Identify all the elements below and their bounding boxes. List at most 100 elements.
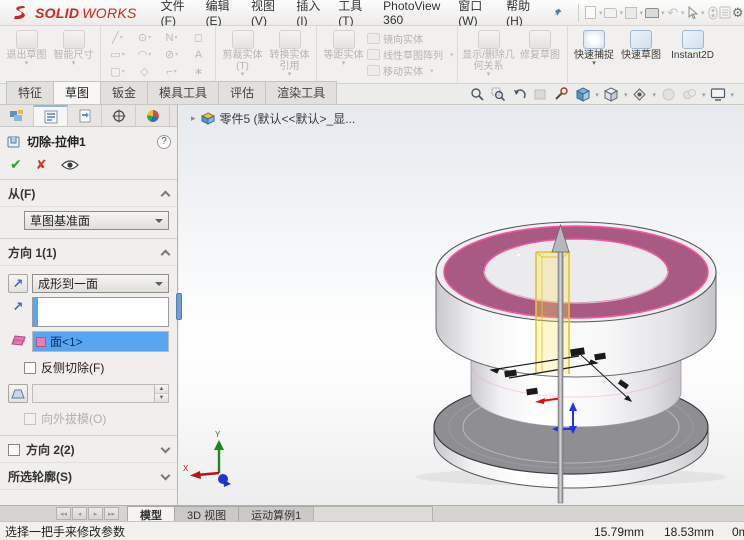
linear-pattern-button[interactable]: 线性草图阵列 ▾ bbox=[367, 47, 454, 62]
svg-text:Y: Y bbox=[215, 430, 221, 439]
from-section-header[interactable]: 从(F) bbox=[0, 180, 177, 207]
zoom-to-fit-icon[interactable] bbox=[469, 87, 486, 102]
cancel-icon[interactable]: ✘ bbox=[36, 157, 47, 173]
draft-outward-checkbox-row: 向外拔模(O) bbox=[24, 410, 169, 427]
flip-side-checkbox[interactable] bbox=[24, 361, 36, 374]
select-cursor-icon[interactable] bbox=[687, 5, 699, 21]
quick-snaps-button[interactable]: 快速捕捉 bbox=[571, 28, 618, 82]
undo-icon[interactable]: ↶ bbox=[667, 5, 679, 21]
tab-mold-tools[interactable]: 模具工具 bbox=[147, 81, 220, 104]
view-settings-icon[interactable] bbox=[709, 87, 726, 102]
motion-study-tab[interactable]: 运动算例1 bbox=[238, 506, 315, 522]
linear-pattern-caret[interactable]: ▾ bbox=[450, 51, 454, 59]
repair-sketch-button[interactable]: 修复草图 bbox=[517, 28, 564, 82]
offset-entities-button[interactable]: 等距实体 bbox=[320, 28, 367, 82]
line-tool-icon[interactable]: ╱ ▾ bbox=[104, 29, 131, 46]
display-style-icon[interactable] bbox=[603, 87, 620, 102]
first-tab-button[interactable]: ◂◂ bbox=[56, 507, 71, 520]
tab-evaluate[interactable]: 评估 bbox=[218, 81, 267, 104]
panel-splitter-handle[interactable] bbox=[176, 293, 182, 320]
rebuild-icon[interactable] bbox=[707, 5, 719, 21]
from-section-body: 草图基准面 bbox=[0, 207, 177, 239]
polygon-tool-icon[interactable]: ◇ bbox=[131, 63, 158, 80]
tab-sheet-metal[interactable]: 钣金 bbox=[100, 81, 149, 104]
direction-reference-pickbox[interactable] bbox=[32, 297, 169, 327]
reverse-direction-button[interactable]: ↗ bbox=[8, 274, 28, 293]
pin-menu-icon[interactable] bbox=[552, 5, 564, 21]
undo-caret: ▾ bbox=[681, 9, 685, 17]
smart-dimension-button[interactable]: 智能尺寸 bbox=[50, 28, 97, 82]
spline-tool-icon[interactable]: N ▾ bbox=[158, 29, 185, 46]
save-icon[interactable] bbox=[625, 5, 638, 21]
new-file-icon[interactable] bbox=[584, 5, 597, 21]
ribbon-group-relations: 显示/删除几何关系 修复草图 bbox=[458, 26, 568, 83]
draft-button[interactable] bbox=[8, 384, 28, 403]
direction2-checkbox[interactable] bbox=[8, 443, 20, 456]
end-condition-dropdown[interactable]: 成形到一面 bbox=[32, 274, 169, 293]
tab-features[interactable]: 特征 bbox=[6, 81, 55, 104]
featuremanager-tree-tab[interactable] bbox=[0, 105, 34, 126]
trim-entities-button[interactable]: 剪裁实体(T) bbox=[219, 28, 266, 82]
convert-entities-button[interactable]: 转换实体引用 bbox=[266, 28, 313, 82]
arc-tool-icon[interactable]: ◠ ▾ bbox=[131, 46, 158, 63]
apply-scene-icon[interactable] bbox=[681, 87, 698, 102]
selected-face-item[interactable]: 面<1> bbox=[33, 332, 168, 351]
preview-eye-icon[interactable] bbox=[60, 159, 79, 171]
next-tab-button[interactable]: ▸ bbox=[88, 507, 103, 520]
3d-views-tab[interactable]: 3D 视图 bbox=[174, 506, 240, 522]
dimxpertmanager-tab[interactable] bbox=[102, 105, 136, 126]
apply-scene-caret[interactable]: ▾ bbox=[702, 91, 706, 99]
exit-sketch-icon bbox=[15, 29, 38, 49]
help-icon[interactable]: ? bbox=[157, 134, 171, 149]
last-tab-button[interactable]: ▸▸ bbox=[104, 507, 119, 520]
plane-tool-icon[interactable]: ◻ bbox=[185, 29, 212, 46]
flip-side-checkbox-row[interactable]: 反侧切除(F) bbox=[24, 359, 169, 376]
configurationmanager-tab[interactable] bbox=[68, 105, 102, 126]
view-settings-caret[interactable]: ▾ bbox=[730, 91, 734, 99]
instant2d-button[interactable]: Instant2D bbox=[665, 28, 721, 82]
confirm-icon[interactable]: ✔ bbox=[10, 156, 22, 173]
point-tool-icon[interactable]: ∗ bbox=[185, 63, 212, 80]
model-tab[interactable]: 模型 bbox=[127, 506, 175, 522]
contours-section-header[interactable]: 所选轮廓(S) bbox=[0, 463, 177, 490]
open-file-icon[interactable] bbox=[604, 5, 618, 21]
direction1-section-header[interactable]: 方向 1(1) bbox=[0, 239, 177, 266]
displaymanager-tab[interactable] bbox=[136, 105, 170, 126]
draft-angle-spinner[interactable]: ▲ ▼ bbox=[154, 385, 168, 402]
tab-sketch[interactable]: 草图 bbox=[53, 81, 102, 104]
edit-appearance-icon[interactable] bbox=[660, 87, 677, 102]
move-entities-button[interactable]: 移动实体 ▾ bbox=[367, 63, 454, 78]
move-entities-caret[interactable]: ▾ bbox=[430, 67, 434, 75]
text-tool-icon[interactable]: A bbox=[185, 46, 212, 63]
exit-sketch-button[interactable]: 退出草图 bbox=[3, 28, 50, 82]
zoom-to-area-icon[interactable] bbox=[490, 87, 507, 102]
hide-show-items-icon[interactable] bbox=[631, 87, 648, 102]
circle-tool-icon[interactable]: ⊙ ▾ bbox=[131, 29, 158, 46]
logo-text-works: WORKS bbox=[82, 4, 137, 21]
tab-render-tools[interactable]: 渲染工具 bbox=[265, 81, 338, 104]
section-view-icon[interactable] bbox=[532, 87, 549, 102]
view-tools-icon[interactable] bbox=[553, 87, 570, 102]
rapid-sketch-button[interactable]: 快速草图 bbox=[618, 28, 665, 82]
slot-tool-icon[interactable]: ▢ ▾ bbox=[104, 63, 131, 80]
mirror-entities-button[interactable]: 镜向实体 bbox=[367, 31, 454, 46]
direction2-section-header[interactable]: 方向 2(2) bbox=[0, 436, 177, 463]
display-relations-button[interactable]: 显示/删除几何关系 bbox=[461, 28, 517, 82]
options-gear-icon[interactable]: ⚙ bbox=[731, 5, 744, 21]
graphics-viewport[interactable]: ▸ 零件5 (默认<<默认>_显... Y X bbox=[179, 105, 744, 505]
hide-show-caret[interactable]: ▾ bbox=[652, 91, 656, 99]
solidworks-logo: SOLID WORKS bbox=[0, 0, 153, 25]
previous-view-icon[interactable] bbox=[511, 87, 528, 102]
view-orientation-cube-icon[interactable] bbox=[574, 87, 591, 102]
prev-tab-button[interactable]: ◂ bbox=[72, 507, 87, 520]
fillet-tool-icon[interactable]: ⌐ ▾ bbox=[158, 63, 185, 80]
rectangle-tool-icon[interactable]: ▭ ▾ bbox=[104, 46, 131, 63]
file-properties-icon[interactable] bbox=[719, 5, 731, 21]
start-condition-dropdown[interactable]: 草图基准面 bbox=[24, 211, 169, 230]
display-style-caret[interactable]: ▾ bbox=[624, 91, 628, 99]
view-orientation-caret[interactable]: ▾ bbox=[595, 91, 599, 99]
print-icon[interactable] bbox=[645, 5, 659, 21]
propertymanager-tab[interactable] bbox=[34, 105, 68, 126]
face-selection-listbox[interactable]: 面<1> bbox=[32, 331, 169, 352]
ellipse-tool-icon[interactable]: ⊘ ▾ bbox=[158, 46, 185, 63]
